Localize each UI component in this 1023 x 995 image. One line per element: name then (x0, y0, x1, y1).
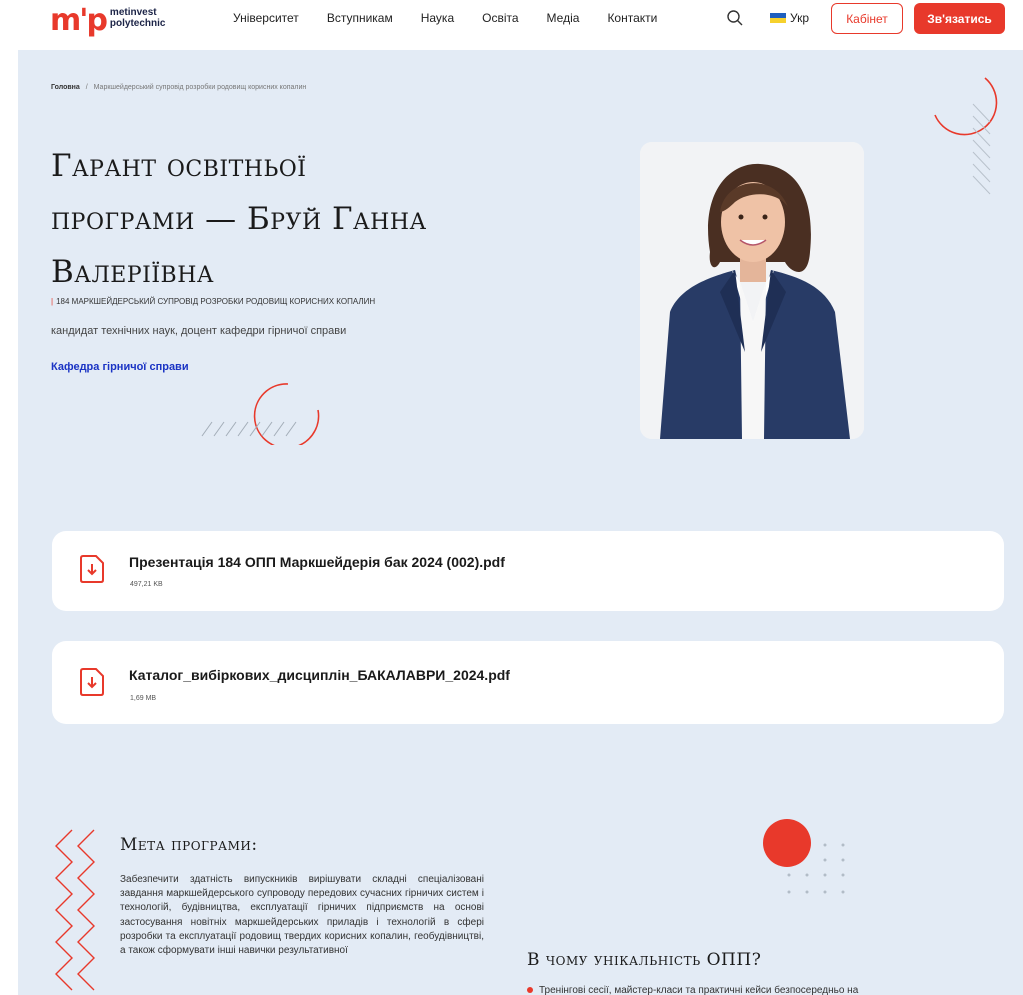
language-label: Укр (790, 11, 810, 25)
program-label: | 184 маркшейдерський супровід розробки р… (51, 297, 375, 306)
logo-line2: polytechnic (109, 18, 166, 29)
nav-item-science[interactable]: Наука (421, 11, 454, 25)
program-marker: | (51, 297, 54, 306)
logo-text: metinvest polytechnic (110, 7, 166, 29)
nav-item-education[interactable]: Освіта (482, 11, 518, 25)
breadcrumb-current: Маркшейдерський супровід розробки родови… (93, 84, 307, 91)
decorative-circle-icon (934, 77, 998, 195)
file-card[interactable]: Презентація 184 ОПП Маркшейдерія бак 202… (52, 531, 1004, 611)
bullet-icon (527, 987, 533, 994)
guarantor-photo (640, 142, 864, 439)
nav-item-applicants[interactable]: Вступникам (327, 11, 393, 25)
breadcrumb-separator: / (85, 84, 88, 91)
portrait-illustration (640, 142, 864, 439)
title-line-1: Гарант освітньої (51, 148, 307, 184)
contact-button[interactable]: Зв'язатись (914, 3, 1005, 34)
title-line-3: Валеріївна (51, 254, 215, 290)
goal-text: Забезпечити здатність випускників вирішу… (120, 874, 484, 957)
file-card[interactable]: Каталог_вибіркових_дисциплін_БАКАЛАВРИ_2… (52, 641, 1004, 724)
file-size: 497,21 KB (130, 581, 163, 588)
pdf-download-icon (80, 668, 104, 696)
breadcrumb-home[interactable]: Головна (51, 84, 80, 91)
program-text: 184 маркшейдерський супровід розробки ро… (56, 297, 376, 306)
file-name[interactable]: Каталог_вибіркових_дисциплін_БАКАЛАВРИ_2… (129, 667, 510, 683)
uniqueness-item-text: Тренінгові сесії, майстер-класи та практ… (539, 985, 859, 995)
ukraine-flag-icon (770, 13, 786, 23)
file-name[interactable]: Презентація 184 ОПП Маркшейдерія бак 202… (129, 554, 505, 570)
nav-item-contacts[interactable]: Контакти (607, 11, 657, 25)
file-size: 1,69 MB (130, 695, 157, 702)
main-nav: Університет Вступникам Наука Освіта Меді… (233, 0, 685, 36)
pdf-download-icon (80, 555, 104, 583)
nav-item-university[interactable]: Університет (233, 11, 299, 25)
uniqueness-list-item: Тренінгові сесії, майстер-класи та практ… (527, 985, 858, 995)
degree-text: кандидат технічних наук, доцент кафедри … (51, 325, 347, 337)
search-icon[interactable] (726, 9, 744, 27)
dots-decoration-icon (763, 819, 845, 894)
breadcrumb: Головна / Маркшейдерський супровід розро… (51, 84, 306, 91)
logo-line1: metinvest (109, 7, 157, 18)
page-title: Гарант освітньої програми — Бруй Ганна В… (51, 140, 491, 299)
nav-item-media[interactable]: Медіа (547, 11, 580, 25)
language-switcher[interactable]: Укр (770, 11, 809, 25)
zigzag-decoration-icon (55, 829, 95, 991)
goal-title: Мета програми: (120, 835, 258, 855)
title-line-2: програми — Бруй Ганна (51, 201, 427, 237)
department-link[interactable]: Кафедра гірничої справи (51, 361, 189, 373)
logo-mark: m'p (50, 3, 108, 38)
uniqueness-title: В чому унікальність ОПП? (527, 950, 762, 970)
decorative-arc-icon (201, 383, 320, 445)
logo[interactable]: m'p metinvest polytechnic (50, 6, 166, 36)
site-header: m'p metinvest polytechnic Університет Вс… (0, 0, 1023, 50)
cabinet-button[interactable]: Кабінет (831, 3, 903, 34)
